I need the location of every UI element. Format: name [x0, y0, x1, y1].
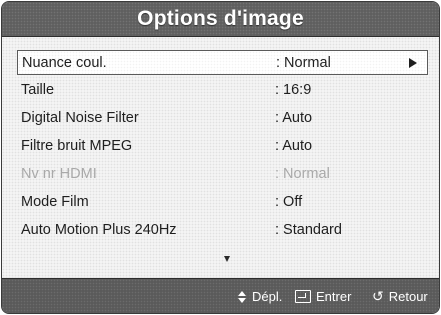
menu-item-nuance-coul[interactable]: Nuance coul. : Normal	[17, 50, 428, 75]
menu-item-taille[interactable]: Taille : 16:9	[17, 78, 428, 103]
menu-item-label: Nuance coul.	[22, 55, 107, 71]
submenu-arrow-icon	[409, 58, 417, 68]
menu-item-value: : Auto	[275, 110, 313, 126]
menu-item-filtre-bruit-mpeg[interactable]: Filtre bruit MPEG : Auto	[17, 134, 428, 159]
up-down-arrows-icon	[238, 290, 247, 303]
menu-item-digital-noise-filter[interactable]: Digital Noise Filter : Auto	[17, 106, 428, 131]
hint-return: ↺ Retour	[372, 287, 428, 305]
hint-move-label: Dépl.	[252, 289, 283, 304]
hint-move: Dépl.	[238, 289, 282, 304]
menu-list: Nuance coul. : Normal Taille : 16:9 Digi…	[2, 37, 439, 277]
menu-item-label: Nv nr HDMI	[21, 166, 97, 182]
menu-item-mode-film[interactable]: Mode Film : Off	[17, 190, 428, 215]
menu-item-value: : Normal	[275, 166, 330, 182]
menu-item-nv-nr-hdmi: Nv nr HDMI : Normal	[17, 162, 428, 187]
menu-item-auto-motion-plus[interactable]: Auto Motion Plus 240Hz : Standard	[17, 218, 428, 243]
menu-item-label: Filtre bruit MPEG	[21, 138, 133, 154]
menu-item-value: : Standard	[275, 222, 342, 238]
dialog-title: Options d'image	[137, 7, 304, 30]
menu-item-label: Taille	[21, 82, 55, 98]
dialog-footer: Dépl. Entrer ↺ Retour	[2, 278, 439, 313]
menu-item-value: : 16:9	[275, 82, 312, 98]
menu-item-value: : Normal	[276, 55, 331, 71]
menu-item-label: Mode Film	[21, 194, 89, 210]
scroll-down-icon[interactable]	[224, 256, 230, 262]
enter-icon	[295, 290, 311, 303]
hint-return-label: Retour	[388, 289, 428, 304]
return-icon: ↺	[372, 287, 384, 304]
menu-item-label: Auto Motion Plus 240Hz	[21, 222, 177, 238]
menu-item-value: : Auto	[275, 138, 313, 154]
hint-enter-label: Entrer	[316, 289, 352, 304]
options-dialog: Options d'image Nuance coul. : Normal Ta…	[1, 1, 440, 314]
menu-item-value: : Off	[275, 194, 303, 210]
hint-enter: Entrer	[295, 289, 351, 304]
menu-item-label: Digital Noise Filter	[21, 110, 139, 126]
dialog-header: Options d'image	[2, 2, 439, 37]
